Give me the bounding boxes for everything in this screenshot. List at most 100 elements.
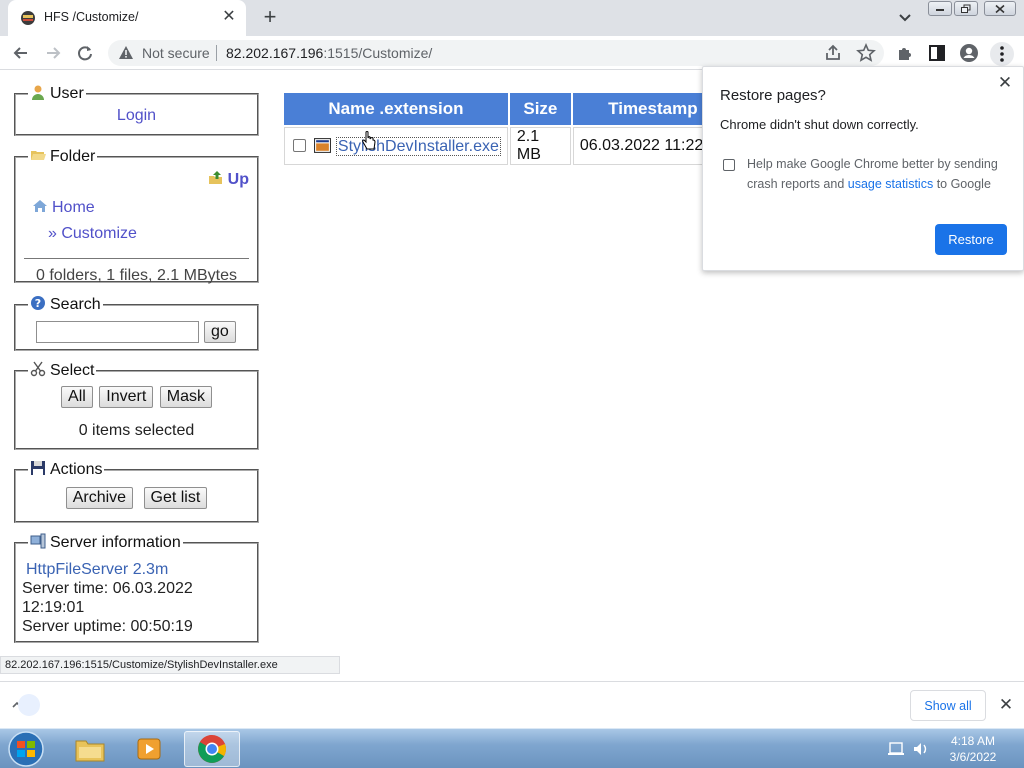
forward-icon[interactable] bbox=[42, 42, 64, 64]
share-icon[interactable] bbox=[822, 42, 844, 64]
select-all-button[interactable]: All bbox=[61, 386, 93, 408]
crash-report-label: Help make Google Chrome better by sendin… bbox=[747, 154, 1007, 194]
help-question-icon: ? bbox=[31, 296, 45, 310]
crash-report-suffix: to Google bbox=[933, 177, 991, 191]
open-folder-icon bbox=[31, 151, 46, 160]
side-panel-icon[interactable] bbox=[926, 42, 948, 64]
home-link-text: Home bbox=[52, 199, 95, 216]
folder-divider bbox=[24, 258, 249, 259]
server-legend: Server information bbox=[28, 533, 183, 552]
exe-file-icon bbox=[314, 137, 332, 153]
column-size-header[interactable]: Size bbox=[509, 93, 571, 125]
close-download-shelf-icon[interactable]: ✕ bbox=[997, 696, 1015, 714]
windows-start-button[interactable] bbox=[4, 730, 48, 768]
mask-button[interactable]: Mask bbox=[159, 386, 212, 408]
select-legend-text: Select bbox=[50, 362, 95, 379]
crash-report-checkbox[interactable] bbox=[723, 159, 735, 171]
restore-pages-dialog: Restore pages? ✕ Chrome didn't shut down… bbox=[702, 66, 1024, 271]
column-name-header[interactable]: Name .extension bbox=[284, 93, 508, 125]
file-checkbox[interactable] bbox=[293, 138, 306, 152]
folder-summary: 0 folders, 1 files, 2.1 MBytes bbox=[36, 267, 237, 284]
actions-legend-text: Actions bbox=[50, 461, 103, 478]
table-header-row: Name .extension Size Timestamp bbox=[284, 93, 733, 125]
floppy-disk-icon bbox=[31, 461, 45, 475]
address-bar[interactable]: Not secure 82.202.167.196:1515/Customize… bbox=[108, 40, 884, 66]
warning-triangle-icon[interactable] bbox=[118, 45, 134, 61]
usage-statistics-link[interactable]: usage statistics bbox=[848, 177, 933, 191]
search-go-button[interactable]: go bbox=[204, 321, 236, 343]
search-legend: ? Search bbox=[28, 295, 103, 314]
user-legend-text: User bbox=[50, 85, 84, 102]
url-path: :1515/Customize/ bbox=[323, 45, 433, 61]
home-link[interactable]: Home bbox=[32, 199, 95, 216]
show-all-downloads-button[interactable]: Show all bbox=[910, 690, 986, 721]
up-arrow-icon bbox=[208, 171, 222, 184]
browser-toolbar: Not secure 82.202.167.196:1515/Customize… bbox=[0, 36, 1024, 70]
search-input[interactable] bbox=[36, 321, 199, 343]
download-progress-ring bbox=[18, 694, 40, 716]
kebab-menu-icon bbox=[1000, 46, 1004, 62]
new-tab-button[interactable]: + bbox=[258, 6, 282, 30]
invert-selection-button[interactable]: Invert bbox=[99, 386, 154, 408]
scissors-icon bbox=[30, 361, 46, 377]
select-legend: Select bbox=[28, 361, 96, 380]
up-link-text: Up bbox=[227, 171, 249, 188]
not-secure-label[interactable]: Not secure bbox=[142, 45, 210, 61]
tab-close-icon[interactable]: ✕ bbox=[220, 8, 238, 26]
hand-cursor-icon bbox=[362, 131, 376, 150]
svg-text:?: ? bbox=[35, 297, 41, 310]
server-info-panel: Server information HttpFileServer 2.3m S… bbox=[14, 533, 259, 643]
minimize-button[interactable] bbox=[928, 1, 952, 16]
taskbar-media-player-button[interactable] bbox=[122, 731, 178, 767]
restore-window-button[interactable] bbox=[954, 1, 978, 16]
file-table: Name .extension Size Timestamp StylishDe… bbox=[282, 91, 735, 167]
search-legend-text: Search bbox=[50, 296, 101, 313]
profile-avatar-icon[interactable] bbox=[958, 42, 980, 64]
tab-title: HFS /Customize/ bbox=[44, 10, 139, 24]
bookmark-star-icon[interactable] bbox=[855, 42, 877, 64]
selected-count: 0 items selected bbox=[78, 422, 195, 439]
get-list-button[interactable]: Get list bbox=[143, 487, 208, 509]
download-shelf: Show all ✕ bbox=[0, 681, 1024, 728]
close-icon[interactable]: ✕ bbox=[997, 74, 1013, 91]
select-panel: Select All Invert Mask 0 items selected bbox=[14, 361, 259, 450]
user-panel: User Login bbox=[14, 84, 259, 136]
server-uptime: Server uptime: 00:50:19 bbox=[22, 618, 193, 635]
home-icon bbox=[33, 200, 47, 212]
close-window-button[interactable] bbox=[984, 1, 1016, 16]
table-row: StylishDevInstaller.exe 2.1 MB 06.03.202… bbox=[284, 127, 733, 165]
chrome-icon bbox=[198, 735, 226, 763]
browser-tab[interactable]: HFS /Customize/ ✕ bbox=[8, 0, 246, 36]
archive-button[interactable]: Archive bbox=[65, 487, 134, 509]
menu-button[interactable] bbox=[990, 42, 1014, 66]
file-size-cell: 2.1 MB bbox=[509, 127, 571, 165]
file-name-cell: StylishDevInstaller.exe bbox=[284, 127, 508, 165]
hfs-version-link[interactable]: HttpFileServer 2.3m bbox=[24, 560, 260, 579]
hfs-favicon-icon bbox=[21, 11, 35, 25]
clock-date: 3/6/2022 bbox=[949, 750, 997, 764]
taskbar-explorer-button[interactable] bbox=[62, 731, 118, 767]
system-tray-icons[interactable] bbox=[886, 739, 934, 759]
clock-time: 4:18 AM bbox=[950, 734, 996, 748]
search-panel: ? Search go bbox=[14, 295, 259, 351]
reload-icon[interactable] bbox=[74, 42, 96, 64]
restore-button[interactable]: Restore bbox=[935, 224, 1007, 255]
url-text[interactable]: 82.202.167.196:1515/Customize/ bbox=[226, 45, 432, 61]
folder-panel: Folder Up Home » Customize 0 folders, 1 … bbox=[14, 147, 259, 284]
user-legend: User bbox=[28, 84, 86, 103]
tab-search-chevron-icon[interactable] bbox=[896, 8, 914, 26]
taskbar-chrome-button[interactable] bbox=[184, 731, 240, 767]
actions-panel: Actions Archive Get list bbox=[14, 460, 259, 523]
breadcrumb-customize[interactable]: » Customize bbox=[48, 225, 137, 242]
folder-legend-text: Folder bbox=[50, 148, 96, 165]
login-link[interactable]: Login bbox=[117, 107, 156, 124]
extensions-puzzle-icon[interactable] bbox=[894, 42, 916, 64]
tab-strip: HFS /Customize/ ✕ + bbox=[0, 0, 1024, 36]
taskbar-clock[interactable]: 4:18 AM 3/6/2022 bbox=[940, 733, 1006, 765]
windows-taskbar: 4:18 AM 3/6/2022 bbox=[0, 728, 1024, 768]
up-link[interactable]: Up bbox=[208, 171, 249, 188]
restore-dialog-title: Restore pages? bbox=[720, 87, 826, 104]
server-time: Server time: 06.03.2022 bbox=[22, 580, 193, 597]
back-icon[interactable] bbox=[10, 42, 32, 64]
server-time-clock: 12:19:01 bbox=[22, 599, 85, 616]
